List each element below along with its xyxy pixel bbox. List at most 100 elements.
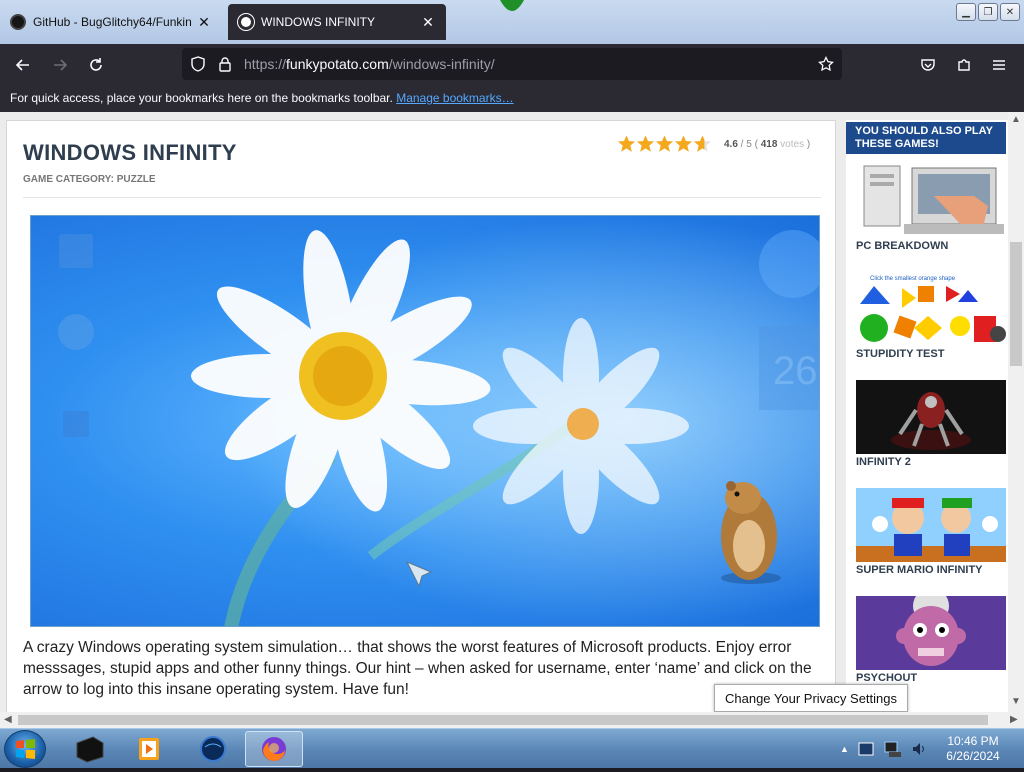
taskbar-app-media-player[interactable] [120,731,178,767]
rating-widget: 4.6 / 5 ( 418 votes ) [617,134,810,154]
lock-icon[interactable] [218,56,232,72]
game-label: SUPER MARIO INFINITY [856,564,983,576]
taskbar-app-firefox[interactable] [245,731,303,767]
scroll-down-icon[interactable]: ▼ [1011,696,1021,707]
rating-star-icon[interactable] [674,134,693,154]
related-game-pc-breakdown[interactable]: PC BREAKDOWN [856,164,1006,252]
hamburger-menu-icon [993,60,1005,70]
robot-thumbnail-icon [856,380,1006,454]
reload-button[interactable] [83,52,109,78]
url-path: /windows-infinity/ [388,56,495,72]
rating-score: 4.6 [724,138,738,150]
game-thumbnail[interactable] [856,380,1006,454]
rating-star-icon[interactable] [693,134,712,154]
back-button[interactable] [10,52,36,78]
close-tab-icon[interactable]: ✕ [420,14,436,31]
black-box-icon [76,736,104,763]
tab-title: WINDOWS INFINITY [261,15,375,29]
tray-app-icon[interactable] [857,740,875,758]
show-hidden-icons-icon[interactable]: ▲ [840,744,849,754]
forward-button[interactable] [47,52,73,78]
system-clock[interactable]: 10:46 PM 6/26/2024 [928,734,1018,764]
taskbar: ▲ 10:46 PM 6/26/2024 [0,728,1024,768]
rating-votes: 418 [760,138,778,150]
address-bar[interactable]: https://funkypotato.com/windows-infinity… [182,48,842,80]
shapes-thumbnail-icon: Click the smallest orange shape [856,272,1006,346]
bookmarks-toolbar: For quick access, place your bookmarks h… [0,86,1024,112]
firefox-icon [262,737,286,761]
privacy-settings-button[interactable]: Change Your Privacy Settings [714,684,908,712]
rating-text: 4.6 / 5 ( 418 votes ) [724,138,811,150]
rating-star-icon[interactable] [636,134,655,154]
reload-icon [90,58,102,71]
tab-windows-infinity[interactable]: WINDOWS INFINITY ✕ [228,4,446,40]
rating-star-icon[interactable] [617,134,636,154]
tab-strip: GitHub - BugGlitchy64/Funkin ✕ WINDOWS I… [0,0,1024,44]
clock-date: 6/26/2024 [946,749,1000,763]
daisy-wallpaper-image: 26 [31,216,819,626]
rating-star-icon[interactable] [655,134,674,154]
minimize-icon[interactable]: ▁ [956,3,976,21]
game-label: PC BREAKDOWN [856,240,949,252]
scroll-right-icon[interactable]: ▶ [1010,714,1018,725]
game-description: A crazy Windows operating system simulat… [23,639,812,698]
globe-icon [200,736,226,762]
game-thumbnail[interactable] [856,164,1006,238]
rating-stars[interactable] [617,134,712,154]
pocket-icon [921,59,935,71]
bookmarks-message: For quick access, place your bookmarks h… [10,91,393,105]
extensions-button[interactable] [951,52,977,78]
horizontal-scrollbar[interactable]: ◀ ▶ [0,712,1024,728]
scroll-up-icon[interactable]: ▲ [1011,114,1021,125]
taskbar-app-terminal[interactable] [60,731,118,767]
start-button[interactable] [4,730,46,768]
horizontal-scroll-thumb[interactable] [18,715,988,725]
window-controls: ▁ ❐ ✕ [956,3,1020,21]
web-page: WINDOWS INFINITY GAME CATEGORY: PUZZLE 4… [0,112,1008,712]
network-icon[interactable] [883,740,903,758]
url-domain: funkypotato.com [286,56,389,72]
windows-logo-icon [16,739,35,759]
related-game-super-mario-infinity[interactable]: SUPER MARIO INFINITY [856,488,1006,576]
game-panel: WINDOWS INFINITY GAME CATEGORY: PUZZLE 4… [6,120,836,712]
back-arrow-icon [15,59,29,71]
menu-button[interactable] [986,52,1012,78]
close-window-icon[interactable]: ✕ [1000,3,1020,21]
game-thumbnail[interactable] [856,596,1006,670]
window-glow-icon [500,0,524,11]
tab-github[interactable]: GitHub - BugGlitchy64/Funkin ✕ [0,4,222,40]
scroll-left-icon[interactable]: ◀ [4,714,12,725]
divider [23,197,821,198]
navigation-bar: https://funkypotato.com/windows-infinity… [0,44,1024,86]
vertical-scrollbar[interactable]: ▲ ▼ [1008,112,1024,712]
shield-icon[interactable] [190,56,206,72]
related-game-infinity-2[interactable]: INFINITY 2 [856,380,1006,468]
game-category: GAME CATEGORY: PUZZLE [23,174,156,185]
related-games-sidebar: YOU SHOULD ALSO PLAY THESE GAMES! PC BRE… [846,120,1008,712]
speaker-icon[interactable] [911,740,927,758]
puzzle-icon [958,59,970,71]
maximize-icon[interactable]: ❐ [978,3,998,21]
game-screenshot[interactable]: 26 [30,215,820,627]
rating-max: 5 [746,138,752,150]
game-thumbnail[interactable] [856,488,1006,562]
game-title: WINDOWS INFINITY [23,140,237,165]
related-game-psychout[interactable]: PSYCHOUT [856,596,1006,684]
clown-thumbnail-icon [856,596,1006,670]
game-thumbnail[interactable]: Click the smallest orange shape [856,272,1006,346]
votes-label: votes [780,138,805,150]
clock-time: 10:46 PM [947,734,999,748]
url-text: https://funkypotato.com/windows-infinity… [244,56,495,72]
manage-bookmarks-link[interactable]: Manage bookmarks… [396,91,513,105]
taskbar-app-globe[interactable] [184,731,242,767]
forward-arrow-icon [54,59,68,71]
game-label: PSYCHOUT [856,672,918,684]
game-label: INFINITY 2 [856,456,911,468]
bookmark-star-icon[interactable] [818,56,834,72]
close-tab-icon[interactable]: ✕ [196,14,212,31]
pocket-button[interactable] [915,52,941,78]
site-favicon-icon [238,14,254,30]
related-game-stupidity-test[interactable]: Click the smallest orange shape STUPIDIT… [856,272,1006,360]
vertical-scroll-thumb[interactable] [1010,242,1022,366]
system-tray: ▲ [840,729,927,769]
